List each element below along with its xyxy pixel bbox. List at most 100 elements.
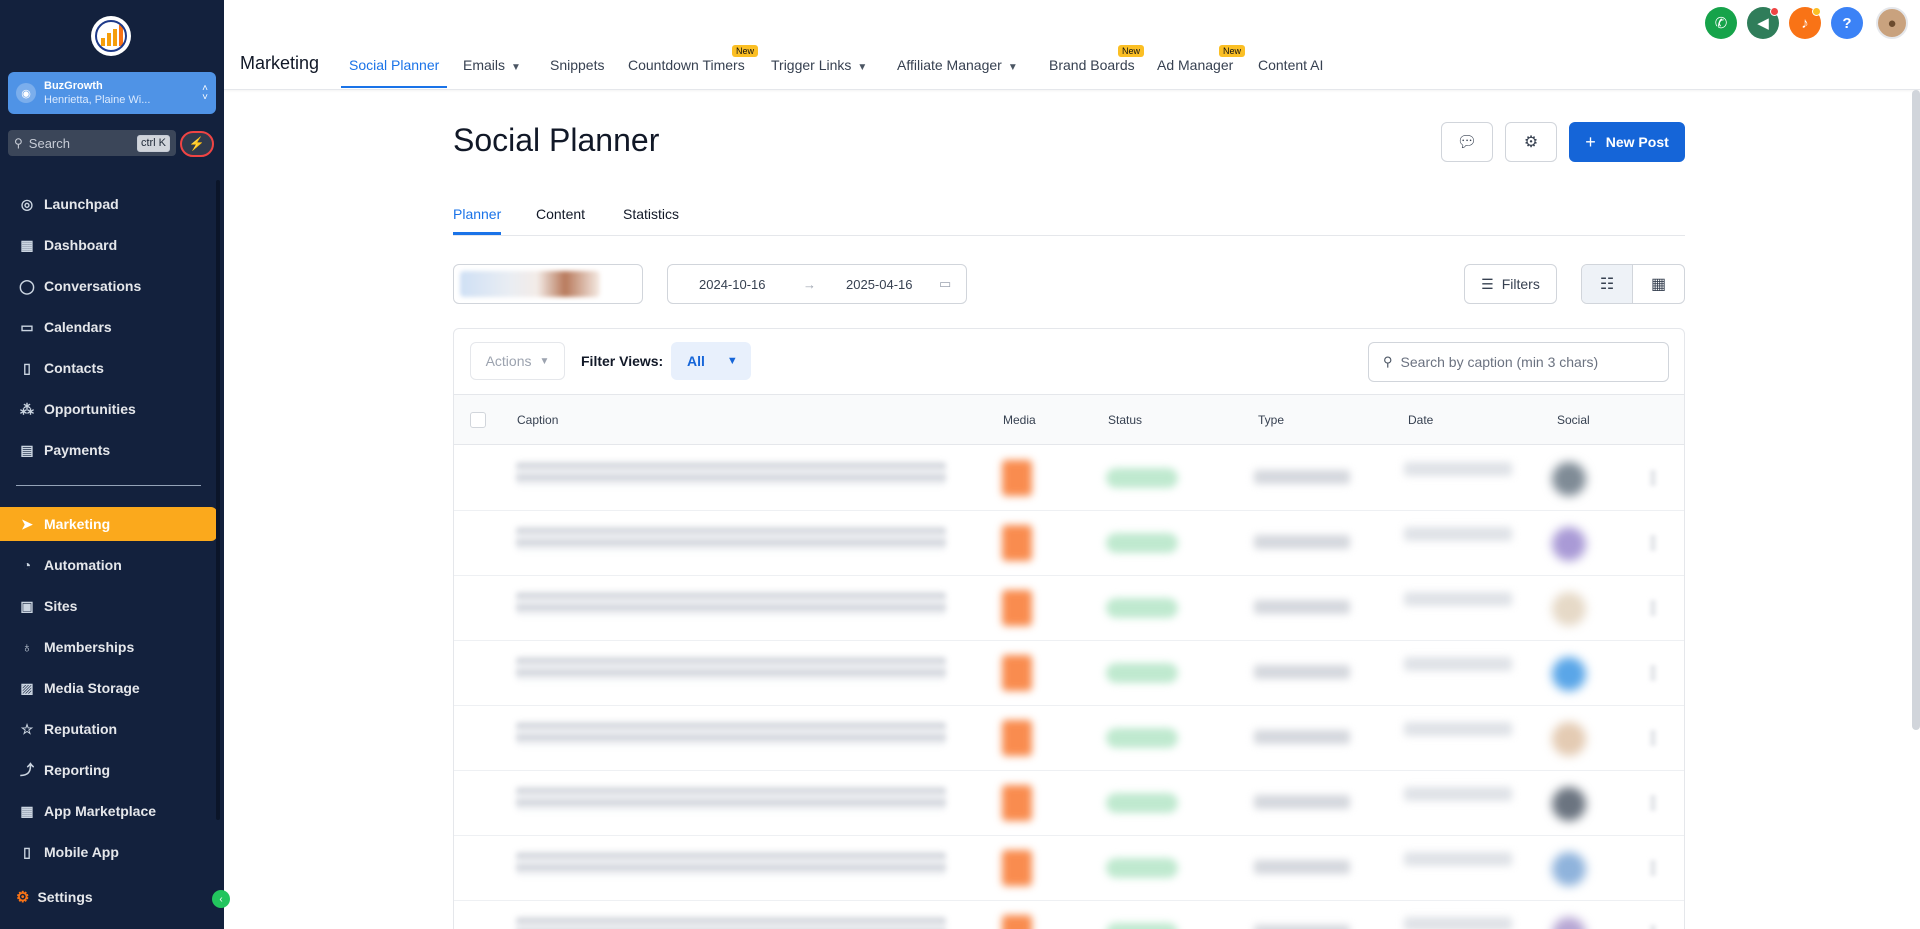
sidebar-item-label: Sites	[44, 598, 78, 614]
sidebar-item-label: Contacts	[44, 360, 104, 376]
sidebar-scrollbar[interactable]	[216, 180, 220, 820]
page-scrollbar[interactable]	[1912, 90, 1920, 730]
page-title: Social Planner	[453, 122, 660, 158]
sidebar-item-memberships[interactable]: ♁ Memberships	[0, 631, 224, 663]
blurred-social-avatar	[1552, 722, 1586, 756]
sidebar-search[interactable]: ⚲ Search ctrl K	[8, 130, 176, 156]
sidebar-item-calendars[interactable]: ▭ Calendars	[0, 311, 224, 343]
sidebar-item-payments[interactable]: ▤ Payments	[0, 434, 224, 466]
row-menu-icon[interactable]	[1650, 795, 1656, 811]
row-menu-icon[interactable]	[1650, 600, 1656, 616]
column-caption[interactable]: Caption	[517, 413, 558, 427]
sidebar-item-app-marketplace[interactable]: ▦ App Marketplace	[0, 795, 224, 827]
sidebar-item-reputation[interactable]: ☆ Reputation	[0, 713, 224, 745]
star-icon: ☆	[20, 720, 34, 737]
nav-trigger-links[interactable]: Trigger Links ▼	[771, 57, 867, 73]
new-post-button[interactable]: + New Post	[1569, 122, 1685, 162]
sidebar-item-dashboard[interactable]: ▦ Dashboard	[0, 229, 224, 261]
quick-actions-button[interactable]: ⚡	[180, 131, 214, 157]
sidebar-item-automation[interactable]: ◔ Automation	[0, 549, 224, 581]
nav-social-planner[interactable]: Social Planner	[349, 57, 439, 73]
table-row[interactable]	[454, 641, 1684, 706]
notifications-button[interactable]: ♪	[1789, 7, 1821, 39]
row-menu-icon[interactable]	[1650, 665, 1656, 681]
row-menu-icon[interactable]	[1650, 535, 1656, 551]
sidebar-item-settings[interactable]: ⚙ Settings	[0, 881, 93, 913]
sidebar-item-sites[interactable]: ▣ Sites	[0, 590, 224, 622]
column-social[interactable]: Social	[1557, 413, 1590, 427]
tab-statistics[interactable]: Statistics	[623, 206, 679, 222]
blurred-status-badge	[1106, 858, 1178, 878]
filter-views-select[interactable]: All ▼	[671, 342, 751, 380]
phone-button[interactable]: ✆	[1705, 7, 1737, 39]
account-switcher[interactable]: ◉ BuzGrowth Henrietta, Plaine Wi... ˄ ˅	[8, 72, 216, 114]
sidebar-item-reporting[interactable]: ⤴ Reporting	[0, 754, 224, 786]
nav-content-ai[interactable]: Content AI	[1258, 57, 1323, 73]
actions-label: Actions	[485, 353, 532, 369]
nav-brand-boards[interactable]: Brand Boards	[1049, 57, 1135, 73]
sidebar-item-contacts[interactable]: ▯ Contacts	[0, 352, 224, 384]
table-row[interactable]	[454, 836, 1684, 901]
nav-label: Snippets	[550, 57, 605, 73]
blurred-type	[1254, 535, 1350, 549]
select-all-checkbox[interactable]	[470, 412, 486, 428]
notification-dot	[1812, 7, 1821, 16]
chevron-down-icon: ▼	[511, 62, 521, 73]
sites-icon: ▣	[20, 597, 34, 614]
row-menu-icon[interactable]	[1650, 860, 1656, 876]
sidebar-item-launchpad[interactable]: ◎ Launchpad	[0, 188, 224, 220]
table-row[interactable]	[454, 576, 1684, 641]
row-menu-icon[interactable]	[1650, 470, 1656, 486]
sidebar-item-opportunities[interactable]: ⁂ Opportunities	[0, 393, 224, 425]
table-row[interactable]	[454, 446, 1684, 511]
chevron-down-icon: ▼	[726, 355, 738, 367]
table-header: Caption Media Status Type Date Social	[454, 394, 1684, 445]
row-menu-icon[interactable]	[1650, 925, 1656, 929]
table-row[interactable]	[454, 706, 1684, 771]
sidebar-item-label: Automation	[44, 557, 122, 573]
social-account-selector[interactable]	[453, 264, 643, 304]
list-view-button[interactable]: ☷	[1582, 265, 1634, 303]
table-row[interactable]	[454, 511, 1684, 576]
user-icon: ●	[1887, 14, 1897, 32]
avatar[interactable]: ●	[1876, 7, 1908, 39]
blurred-date	[1404, 787, 1512, 801]
row-menu-icon[interactable]	[1650, 730, 1656, 746]
announcements-button[interactable]: ◀	[1747, 7, 1779, 39]
column-type[interactable]: Type	[1258, 413, 1284, 427]
bar-chart-logo-icon	[95, 20, 127, 52]
bell-icon: ♪	[1801, 14, 1809, 32]
tab-planner[interactable]: Planner	[453, 206, 501, 222]
tab-content[interactable]: Content	[536, 206, 585, 222]
settings-button[interactable]: ⚙	[1505, 122, 1557, 162]
blurred-status-badge	[1106, 728, 1178, 748]
actions-dropdown[interactable]: Actions ▼	[470, 342, 565, 380]
blurred-media-thumbnail	[1002, 850, 1032, 886]
nav-countdown-timers[interactable]: Countdown Timers	[628, 57, 745, 73]
column-date[interactable]: Date	[1408, 413, 1433, 427]
blurred-status-badge	[1106, 533, 1178, 553]
column-status[interactable]: Status	[1108, 413, 1142, 427]
help-button[interactable]: ?	[1831, 7, 1863, 39]
nav-snippets[interactable]: Snippets	[550, 57, 604, 73]
plus-icon: +	[1585, 131, 1596, 152]
caption-search-input[interactable]: ⚲ Search by caption (min 3 chars)	[1368, 342, 1669, 382]
app-logo[interactable]	[91, 16, 131, 56]
sidebar-item-media-storage[interactable]: ▨ Media Storage	[0, 672, 224, 704]
sidebar-item-marketing[interactable]: ➤ Marketing	[0, 507, 217, 541]
filter-icon: ☰	[1481, 275, 1494, 292]
table-row[interactable]	[454, 771, 1684, 836]
column-media[interactable]: Media	[1003, 413, 1036, 427]
calendar-view-button[interactable]: ▦	[1633, 265, 1684, 303]
nav-ad-manager[interactable]: Ad Manager	[1157, 57, 1233, 73]
filters-button[interactable]: ☰ Filters	[1464, 264, 1557, 304]
nav-affiliate-manager[interactable]: Affiliate Manager ▼	[897, 57, 1018, 73]
nav-emails[interactable]: Emails ▼	[463, 57, 521, 73]
sidebar-item-mobile-app[interactable]: ▯ Mobile App	[0, 836, 224, 868]
date-range-picker[interactable]: 2024-10-16 → 2025-04-16 ▭	[667, 264, 967, 304]
apps-icon: ▦	[20, 802, 34, 819]
table-row[interactable]	[454, 901, 1684, 929]
feedback-button[interactable]: 💬︎	[1441, 122, 1493, 162]
sidebar-item-conversations[interactable]: ◯ Conversations	[0, 270, 224, 302]
collapse-sidebar-button[interactable]: ‹	[212, 890, 230, 908]
